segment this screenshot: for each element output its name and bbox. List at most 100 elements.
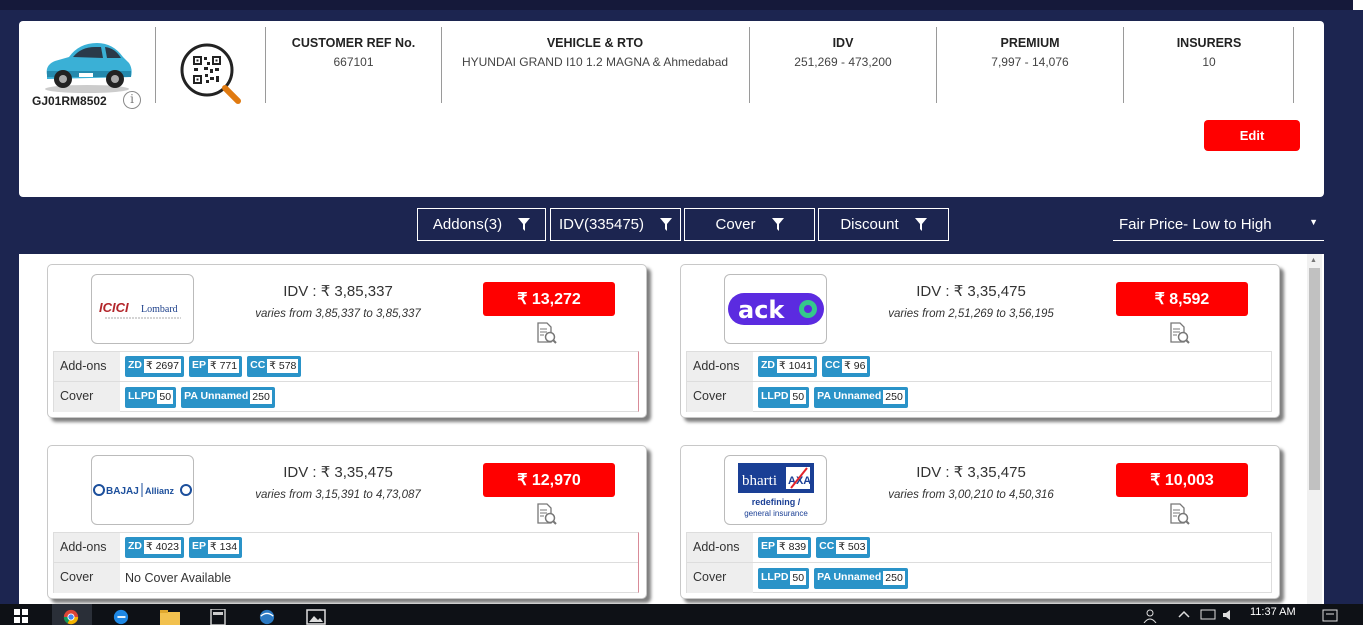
cover-label: Cover [54, 382, 120, 412]
info-icon[interactable]: i [123, 91, 141, 109]
quote-summary-card: GJ01RM8502 i CUSTOMER REF No. 667101 VEH… [19, 21, 1324, 197]
filter-label: Discount [840, 216, 899, 233]
filter-discount[interactable]: Discount [818, 208, 949, 241]
idv-amount: IDV : ₹ 3,85,337 [283, 283, 393, 300]
idv-range: varies from 3,00,210 to 4,50,316 [888, 489, 1054, 501]
file-explorer-icon[interactable] [160, 609, 180, 625]
buy-price-button[interactable]: ₹ 10,003 [1116, 463, 1248, 497]
browser-icon[interactable] [258, 609, 276, 625]
idv-range: varies from 3,85,337 to 3,85,337 [255, 308, 421, 320]
scroll-up-icon[interactable]: ▲ [1310, 257, 1317, 264]
quote-details-table: Add-ons ZD ₹ 4023 EP ₹ 134 Cover No Cover … [53, 532, 639, 593]
svg-text:Lombard: Lombard [141, 304, 178, 315]
addons-row: Add-ons ZD ₹ 2697 EP ₹ 771 CC ₹ 578 [54, 352, 638, 382]
windows-taskbar: 11:37 AM [0, 604, 1363, 625]
funnel-icon [771, 218, 784, 231]
chevron-up-icon[interactable] [1178, 609, 1190, 619]
taskbar-clock[interactable]: 11:37 AM [1250, 606, 1296, 618]
idv-label: IDV [832, 36, 854, 50]
policy-document-icon[interactable] [1168, 322, 1190, 344]
svg-text:BAJAJ: BAJAJ [106, 486, 139, 497]
quote-card-bajaj: BAJAJ Allianz IDV : ₹ 3,35,475 varies fr… [47, 445, 647, 599]
chrome-icon[interactable] [62, 609, 80, 625]
cover-chip: PA Unnamed 250 [814, 386, 908, 408]
customer-ref-label: CUSTOMER REF No. [291, 36, 416, 50]
divider [749, 27, 750, 103]
funnel-icon [660, 218, 673, 231]
calculator-icon[interactable] [210, 609, 226, 625]
idv-range: varies from 2,51,269 to 3,56,195 [888, 308, 1054, 320]
cover-label: Cover [687, 382, 753, 412]
filter-label: Addons(3) [432, 216, 503, 233]
policy-document-icon[interactable] [535, 322, 557, 344]
addons-row: Add-ons ZD ₹ 4023 EP ₹ 134 [54, 533, 638, 563]
buy-price-button[interactable]: ₹ 12,970 [483, 463, 615, 497]
edit-button[interactable]: Edit [1204, 120, 1300, 151]
addons-label: Add-ons [687, 533, 753, 562]
cover-chip: PA Unnamed 250 [181, 386, 275, 408]
filter-cover[interactable]: Cover [684, 208, 815, 241]
quote-card-icici: ICICI Lombard IDV : ₹ 3,85,337 varies fr… [47, 264, 647, 418]
addon-chip: ZD ₹ 2697 [125, 356, 184, 377]
cover-chip: PA Unnamed 250 [814, 567, 908, 589]
funnel-icon [518, 218, 531, 231]
buy-price-button[interactable]: ₹ 8,592 [1116, 282, 1248, 316]
results-panel: ICICI Lombard IDV : ₹ 3,85,337 varies fr… [19, 254, 1324, 604]
sort-selected: Fair Price- Low to High [1119, 216, 1272, 233]
qr-scan-icon[interactable] [180, 43, 242, 105]
cover-chip: LLPD 50 [758, 567, 810, 589]
divider [265, 27, 266, 103]
bharti-axa-logo: bharti AXA redefining / general insuranc… [724, 455, 827, 525]
icici-lombard-logo: ICICI Lombard [91, 274, 194, 344]
vehicle-rto-column: VEHICLE & RTO HYUNDAI GRAND I10 1.2 MAGN… [447, 36, 743, 69]
idv-value: 251,269 - 473,200 [794, 55, 892, 69]
svg-text:Allianz: Allianz [145, 486, 175, 496]
insurers-label: INSURERS [1176, 36, 1242, 50]
addon-chip: CC ₹ 578 [247, 356, 302, 377]
filter-label: IDV(335475) [558, 216, 645, 233]
dropdown-arrow-icon: ▼ [1309, 217, 1318, 227]
network-icon[interactable] [1200, 609, 1216, 621]
cover-row: Cover No Cover Available [54, 563, 638, 593]
addons-label: Add-ons [54, 352, 120, 381]
results-scrollbar[interactable]: ▲ [1307, 254, 1322, 604]
svg-text:bharti: bharti [742, 473, 777, 489]
vehicle-registration: GJ01RM8502 [32, 94, 107, 108]
addon-chip: CC ₹ 96 [821, 356, 871, 377]
policy-document-icon[interactable] [535, 503, 557, 525]
quote-details-table: Add-ons EP ₹ 839 CC ₹ 503 Cover LLPD 50 PA … [686, 532, 1272, 593]
addons-label: Add-ons [687, 352, 753, 381]
edge-icon[interactable] [112, 609, 130, 625]
cover-row: Cover LLPD 50 PA Unnamed 250 [687, 382, 1271, 412]
divider [1293, 27, 1294, 103]
idv-range: varies from 3,15,391 to 4,73,087 [255, 489, 421, 501]
policy-document-icon[interactable] [1168, 503, 1190, 525]
buy-price-button[interactable]: ₹ 13,272 [483, 282, 615, 316]
filter-idv[interactable]: IDV(335475) [550, 208, 681, 241]
addon-chip: ZD ₹ 4023 [125, 537, 184, 558]
svg-text:ICICI: ICICI [99, 300, 129, 315]
addons-row: Add-ons EP ₹ 839 CC ₹ 503 [687, 533, 1271, 563]
windows-start-icon[interactable] [14, 609, 28, 623]
cover-row: Cover LLPD 50 PA Unnamed 250 [687, 563, 1271, 593]
divider [1123, 27, 1124, 103]
addons-label: Add-ons [54, 533, 120, 562]
quote-details-table: Add-ons ZD ₹ 2697 EP ₹ 771 CC ₹ 578 Cover L… [53, 351, 639, 412]
filter-addons[interactable]: Addons(3) [417, 208, 546, 241]
notifications-icon[interactable] [1322, 609, 1338, 623]
svg-text:ack: ack [738, 296, 785, 324]
divider [936, 27, 937, 103]
filter-label: Cover [715, 216, 756, 233]
scrollbar-thumb[interactable] [1309, 268, 1320, 490]
addon-chip: EP ₹ 839 [758, 537, 812, 558]
premium-column: PREMIUM 7,997 - 14,076 [942, 36, 1118, 69]
people-icon[interactable] [1142, 609, 1158, 623]
sort-dropdown[interactable]: Fair Price- Low to High ▼ [1113, 208, 1324, 241]
insurers-value: 10 [1202, 55, 1216, 69]
volume-icon[interactable] [1222, 609, 1236, 621]
premium-value: 7,997 - 14,076 [991, 55, 1069, 69]
cover-label: Cover [54, 563, 120, 593]
photos-icon[interactable] [306, 609, 326, 625]
vehicle-rto-label: VEHICLE & RTO [546, 36, 644, 50]
customer-ref-column: CUSTOMER REF No. 667101 [272, 36, 435, 69]
